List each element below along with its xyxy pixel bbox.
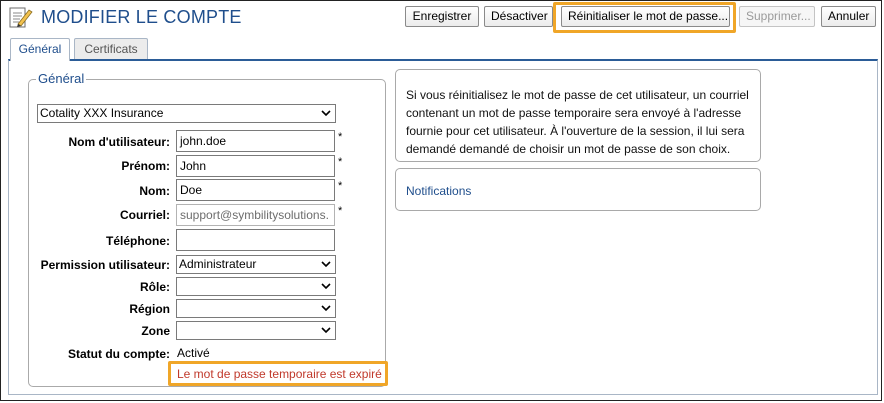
phone-input[interactable] xyxy=(176,229,335,251)
chevron-down-icon xyxy=(321,327,331,334)
notifications-panel: Notifications xyxy=(395,168,761,211)
reset-info-panel: Si vous réinitialisez le mot de passe de… xyxy=(395,69,761,162)
required-marker: * xyxy=(338,180,343,192)
tab-general[interactable]: Général xyxy=(10,38,70,61)
zone-select[interactable] xyxy=(176,321,336,340)
reset-password-button[interactable]: Réinitialiser le mot de passe... xyxy=(561,6,730,27)
first-name-input[interactable]: John xyxy=(176,155,335,177)
zone-label: Zone xyxy=(141,324,170,338)
cancel-button[interactable]: Annuler xyxy=(821,6,876,27)
required-marker: * xyxy=(338,205,343,217)
expired-password-message: Le mot de passe temporaire est expiré xyxy=(177,367,382,381)
deactivate-button[interactable]: Désactiver xyxy=(484,6,553,27)
role-label: Rôle: xyxy=(140,280,170,294)
account-status-label: Statut du compte: xyxy=(68,347,170,361)
role-select[interactable] xyxy=(176,277,336,296)
account-status-value: Activé xyxy=(177,346,210,360)
username-label: Nom d'utilisateur: xyxy=(68,135,170,149)
reset-info-text: Si vous réinitialisez le mot de passe de… xyxy=(406,88,749,156)
chevron-down-icon xyxy=(321,110,331,117)
required-marker: * xyxy=(338,156,343,168)
company-value: Cotality XXX Insurance xyxy=(40,106,164,120)
notifications-link[interactable]: Notifications xyxy=(406,184,471,198)
general-legend: Général xyxy=(36,71,87,86)
last-name-input[interactable]: Doe xyxy=(176,179,335,201)
region-label: Région xyxy=(129,302,170,316)
edit-form-icon xyxy=(9,7,33,28)
username-input[interactable]: john.doe xyxy=(176,130,335,152)
permission-value: Administrateur xyxy=(179,257,257,271)
company-select[interactable]: Cotality XXX Insurance xyxy=(37,104,336,123)
chevron-down-icon xyxy=(321,261,331,268)
permission-select[interactable]: Administrateur xyxy=(176,255,336,274)
page-title: MODIFIER LE COMPTE xyxy=(41,7,242,27)
chevron-down-icon xyxy=(321,283,331,290)
delete-button[interactable]: Supprimer... xyxy=(739,6,815,27)
region-select[interactable] xyxy=(176,299,336,318)
permission-label: Permission utilisateur: xyxy=(40,258,170,272)
email-input[interactable]: support@symbilitysolutions. xyxy=(176,204,335,226)
chevron-down-icon xyxy=(321,305,331,312)
required-marker: * xyxy=(338,131,343,143)
first-name-label: Prénom: xyxy=(121,159,170,173)
last-name-label: Nom: xyxy=(139,184,170,198)
phone-label: Téléphone: xyxy=(105,234,170,248)
save-button[interactable]: Enregistrer xyxy=(405,6,479,27)
email-label: Courriel: xyxy=(119,208,170,222)
tab-certificates[interactable]: Certificats xyxy=(74,38,148,60)
